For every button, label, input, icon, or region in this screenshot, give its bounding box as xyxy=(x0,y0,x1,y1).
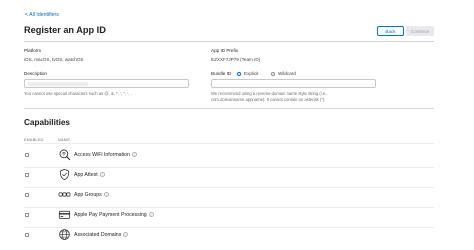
back-button[interactable]: Back xyxy=(377,26,404,36)
wildcard-radio-label[interactable]: Wildcard xyxy=(278,71,296,76)
info-icon[interactable]: i xyxy=(123,232,129,238)
app-id-prefix-label: App ID Prefix xyxy=(211,48,239,53)
info-icon[interactable]: i xyxy=(99,172,105,178)
info-icon[interactable]: i xyxy=(103,192,109,198)
table-row: App Attest i xyxy=(24,165,434,187)
enabled-column-header: ENABLED xyxy=(24,137,44,142)
capability-checkbox[interactable] xyxy=(25,212,30,217)
continue-button[interactable]: Continue xyxy=(406,26,434,36)
table-row: Access WiFi Information i xyxy=(24,145,434,167)
explicit-radio[interactable] xyxy=(237,71,242,76)
section-divider xyxy=(24,108,434,109)
description-input[interactable] xyxy=(24,79,189,88)
app-groups-icon xyxy=(58,192,71,197)
table-header-divider xyxy=(24,143,434,144)
explicit-radio-label[interactable]: Explicit xyxy=(244,71,259,76)
capability-name: Access WiFi Information xyxy=(74,152,130,158)
description-input-value xyxy=(28,82,88,86)
apple-pay-icon xyxy=(58,210,71,219)
description-help: You cannot use special characters such a… xyxy=(24,91,132,96)
capability-checkbox[interactable] xyxy=(25,192,30,197)
capability-checkbox[interactable] xyxy=(25,232,30,237)
wildcard-radio[interactable] xyxy=(271,71,276,76)
globe-icon xyxy=(59,229,70,240)
capability-name: Apple Pay Payment Processing xyxy=(74,212,147,218)
bundle-id-label: Bundle ID xyxy=(211,71,232,76)
app-id-prefix-value: EZXXF7JP79 (Team ID) xyxy=(211,57,261,62)
name-column-header: NAME xyxy=(58,137,71,142)
platform-value: iOS, macOS, tvOS, watchOS xyxy=(24,57,84,62)
description-label: Description xyxy=(24,71,47,76)
page-title: Register an App ID xyxy=(24,25,106,35)
capability-checkbox[interactable] xyxy=(25,172,30,177)
info-icon[interactable]: i xyxy=(131,152,137,158)
capability-name: App Groups xyxy=(74,192,102,198)
capability-checkbox[interactable] xyxy=(25,152,30,157)
all-identifiers-link[interactable]: < All Identifiers xyxy=(25,12,59,18)
capabilities-title: Capabilities xyxy=(24,118,70,127)
bundle-id-help-line-2: com.domainname.appname). It cannot conta… xyxy=(211,97,326,102)
bundle-id-input[interactable] xyxy=(211,79,376,88)
capability-name: App Attest xyxy=(74,172,98,178)
table-row: App Groups i xyxy=(24,185,434,207)
table-row: Apple Pay Payment Processing i xyxy=(24,205,434,227)
platform-label: Platform xyxy=(24,48,42,53)
capability-name: Associated Domains xyxy=(74,232,122,238)
table-row: Associated Domains i xyxy=(24,225,434,247)
header-divider xyxy=(24,41,434,42)
info-icon[interactable]: i xyxy=(148,212,154,218)
app-attest-icon xyxy=(60,168,69,181)
wifi-search-icon xyxy=(59,149,71,161)
